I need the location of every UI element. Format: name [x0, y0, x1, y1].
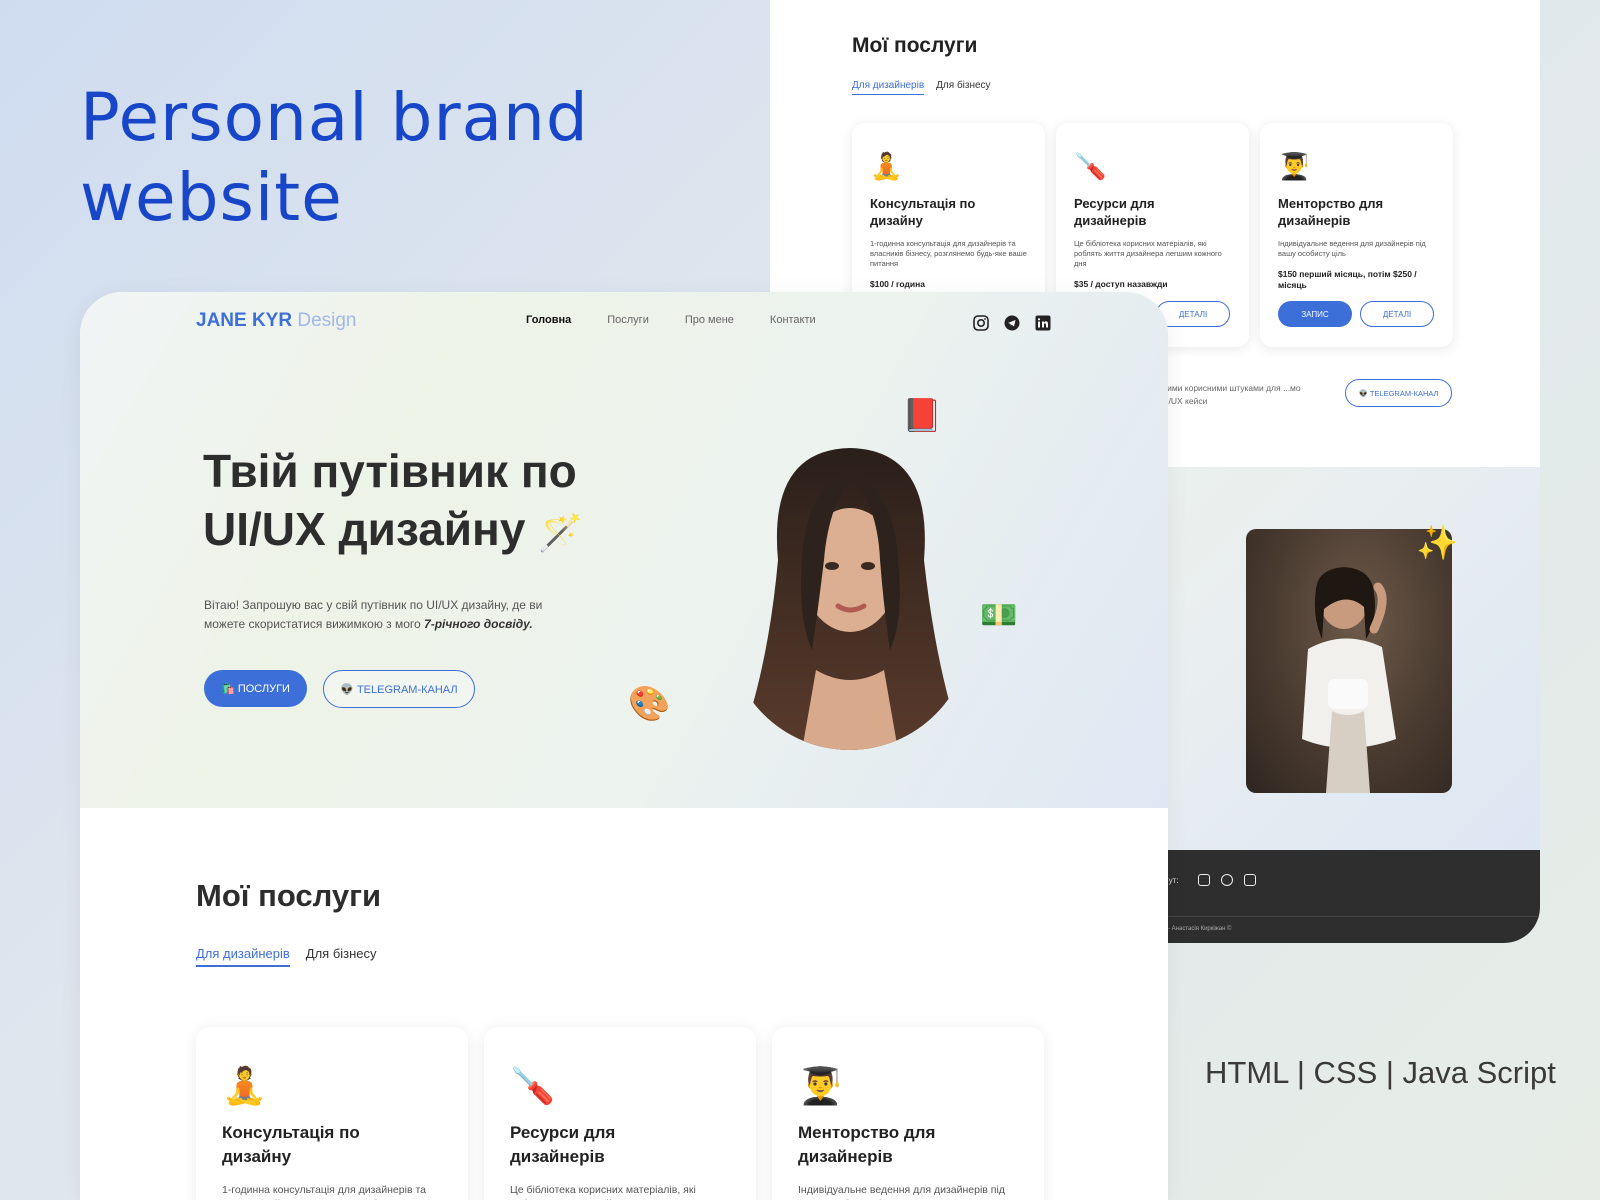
hero-section: JANE KYR Design Головна Послуги Про мене…	[80, 292, 1168, 808]
main-nav: Головна Послуги Про мене Контакти	[526, 314, 816, 326]
instagram-icon[interactable]	[1198, 874, 1210, 886]
sparkle-icon: ✨	[1416, 524, 1459, 562]
card-title: Менторство для дизайнерів	[1278, 196, 1384, 228]
tech-stack-label: HTML | CSS | Java Script	[1205, 1055, 1556, 1090]
tab-designers[interactable]: Для дизайнерів	[196, 946, 290, 967]
details-button[interactable]: ДЕТАЛІ	[1360, 301, 1434, 327]
telegram-channel-button[interactable]: 👽 TELEGRAM-КАНАЛ	[323, 670, 475, 708]
telegram-icon[interactable]	[1003, 314, 1020, 331]
linkedin-icon[interactable]	[1244, 874, 1256, 886]
card-price: $150 перший місяць, потім $250 / місяць	[1278, 269, 1417, 290]
money-icon: 💵	[980, 599, 1018, 632]
telegram-icon[interactable]	[1221, 874, 1233, 886]
footer-social-icons	[1198, 874, 1256, 886]
card-mentoring: 👨‍🎓 Менторство для дизайнерів Індивідуал…	[772, 1027, 1044, 1200]
card-description: Це бібліотека корисних матеріалів, які р…	[1074, 239, 1222, 268]
screwdriver-icon: 🪛	[510, 1065, 555, 1106]
header-social-icons	[972, 314, 1051, 331]
card-description: 1-годинна консультація для дизайнерів та…	[222, 1184, 442, 1200]
logo-thin-text: Design	[297, 310, 357, 331]
back-services-tabs: Для дизайнерів Для бізнесу	[852, 80, 991, 95]
card-description: Індивідуальне ведення для дизайнерів під…	[1278, 239, 1426, 258]
site-logo[interactable]: JANE KYR Design	[196, 310, 357, 332]
hero-portrait	[728, 440, 971, 750]
card-title: Ресурси для дизайнерів	[510, 1123, 616, 1166]
meditation-icon: 🧘	[222, 1065, 267, 1106]
card-resources: 🪛 Ресурси для дизайнерів Це бібліотека к…	[484, 1027, 756, 1200]
back-services-title: Мої послуги	[852, 34, 978, 57]
card-description: Це бібліотека корисних матеріалів, які р…	[510, 1184, 717, 1200]
card-description: 1-годинна консультація для дизайнерів та…	[870, 239, 1027, 268]
footer-copyright: ...а - Анастасія Киркіжан ©	[1158, 926, 1232, 932]
front-preview: JANE KYR Design Головна Послуги Про мене…	[80, 292, 1168, 1200]
services-tabs: Для дизайнерів Для бізнесу	[196, 946, 377, 967]
card-price: $35 / доступ назавжди	[1074, 279, 1168, 289]
card-consultation: 🧘 Консультація по дизайну 1-годинна конс…	[196, 1027, 468, 1200]
back-tab-business[interactable]: Для бізнесу	[936, 80, 990, 95]
hero-intro: Вітаю! Запрошую вас у свій путівник по U…	[204, 596, 584, 634]
hero-title: Твій путівник по UI/UX дизайну 🪄	[203, 442, 663, 562]
hero-buttons: 🛍️ ПОСЛУГИ 👽 TELEGRAM-КАНАЛ	[204, 670, 475, 708]
book-icon: 📕	[902, 397, 942, 433]
screwdriver-icon: 🪛	[1074, 151, 1107, 181]
hero-title-text: Твій путівник по UI/UX дизайну	[203, 445, 577, 555]
card-title: Консультація по дизайну	[222, 1123, 360, 1166]
logo-bold-text: JANE KYR	[196, 310, 293, 331]
tab-business[interactable]: Для бізнесу	[306, 946, 377, 967]
nav-services[interactable]: Послуги	[607, 314, 649, 326]
back-tab-designers[interactable]: Для дизайнерів	[852, 80, 925, 95]
nav-home[interactable]: Головна	[526, 314, 571, 326]
graduate-icon: 👨‍🎓	[798, 1065, 843, 1106]
back-card-mentoring: 👨‍🎓 Менторство для дизайнерів Індивідуал…	[1260, 123, 1453, 347]
book-button[interactable]: ЗАПИС	[1278, 301, 1352, 327]
back-telegram-button[interactable]: 👽 TELEGRAM-КАНАЛ	[1345, 379, 1452, 407]
meditation-icon: 🧘	[870, 151, 903, 181]
graduate-icon: 👨‍🎓	[1278, 151, 1311, 181]
about-photo	[1246, 529, 1452, 793]
hero-intro-emphasis: 7-річного досвіду.	[424, 617, 533, 631]
presentation-title: Personal brand website	[80, 79, 589, 236]
service-cards: 🧘 Консультація по дизайну 1-годинна конс…	[196, 1027, 1044, 1200]
magic-wand-icon: 🪄	[538, 512, 584, 553]
services-title: Мої послуги	[196, 878, 382, 913]
nav-about[interactable]: Про мене	[685, 314, 734, 326]
palette-icon: 🎨	[628, 685, 671, 723]
nav-contacts[interactable]: Контакти	[770, 314, 816, 326]
linkedin-icon[interactable]	[1034, 314, 1051, 331]
footer-divider	[1150, 916, 1540, 917]
telegram-note: ...ими корисними штуками для ...мо UI/UX…	[1160, 383, 1301, 406]
card-description: Індивідуальне ведення для дизайнерів під…	[798, 1184, 1005, 1200]
card-title: Консультація по дизайну	[870, 196, 976, 228]
card-price: $100 / година	[870, 279, 925, 289]
card-title: Ресурси для дизайнерів	[1074, 196, 1155, 228]
card-title: Менторство для дизайнерів	[798, 1123, 936, 1166]
services-button[interactable]: 🛍️ ПОСЛУГИ	[204, 670, 307, 707]
instagram-icon[interactable]	[972, 314, 989, 331]
